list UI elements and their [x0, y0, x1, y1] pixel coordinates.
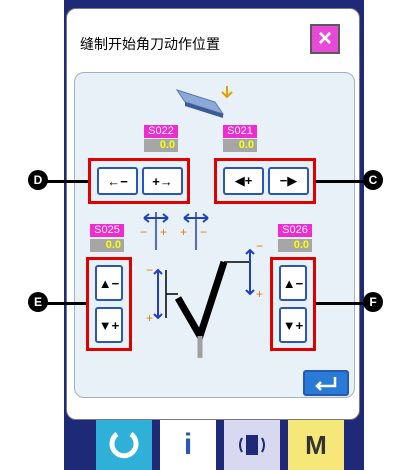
s022-value: 0.0	[144, 139, 178, 152]
s021-decrease-button[interactable]: ◀+	[223, 167, 264, 195]
s025-value: 0.0	[90, 239, 124, 252]
svg-text:−: −	[256, 239, 263, 253]
reset-icon	[109, 431, 139, 459]
taskbar: i M	[96, 420, 352, 470]
dialog-title: 缝制开始角刀动作位置	[80, 36, 220, 52]
reset-button[interactable]	[96, 420, 152, 470]
mode-button[interactable]: M	[288, 420, 344, 470]
s025-down-button[interactable]: ▼+	[95, 307, 123, 343]
s021-value: 0.0	[223, 139, 257, 152]
svg-text:−: −	[146, 263, 153, 277]
s026-code: S026	[278, 224, 312, 237]
callout-c-line	[316, 180, 368, 183]
cut-position-diagram: − + + − − + − +	[140, 212, 263, 358]
s022-decrease-button[interactable]: ←−	[97, 167, 138, 195]
svg-text:−: −	[200, 225, 207, 239]
s026-value: 0.0	[278, 239, 312, 252]
enter-button[interactable]	[303, 370, 349, 396]
knife-icon	[175, 86, 233, 118]
callout-e: E	[28, 292, 48, 312]
s026-down-button[interactable]: ▼+	[279, 307, 307, 343]
svg-text:+: +	[146, 311, 153, 325]
callout-f: F	[363, 292, 383, 312]
enter-icon	[315, 377, 337, 391]
s021-increase-button[interactable]: −▶	[268, 167, 309, 195]
communication-icon	[239, 435, 265, 455]
communication-button[interactable]	[224, 420, 280, 470]
close-icon: ×	[317, 25, 332, 52]
info-button[interactable]: i	[160, 420, 216, 470]
s025-code: S025	[90, 224, 124, 237]
svg-text:+: +	[256, 287, 263, 301]
callout-d: D	[28, 170, 48, 190]
svg-text:+: +	[180, 225, 187, 239]
svg-text:+: +	[160, 225, 167, 239]
close-button[interactable]: ×	[310, 24, 340, 54]
mode-label: M	[305, 429, 327, 460]
s025-up-button[interactable]: ▲−	[95, 265, 123, 301]
s022-code: S022	[144, 125, 178, 138]
s026-up-button[interactable]: ▲−	[279, 265, 307, 301]
s022-increase-button[interactable]: +→	[142, 167, 183, 195]
svg-text:−: −	[140, 225, 147, 239]
callout-c: C	[363, 170, 383, 190]
info-icon: i	[183, 428, 193, 461]
callout-f-line	[316, 302, 368, 305]
s021-code: S021	[223, 125, 257, 138]
